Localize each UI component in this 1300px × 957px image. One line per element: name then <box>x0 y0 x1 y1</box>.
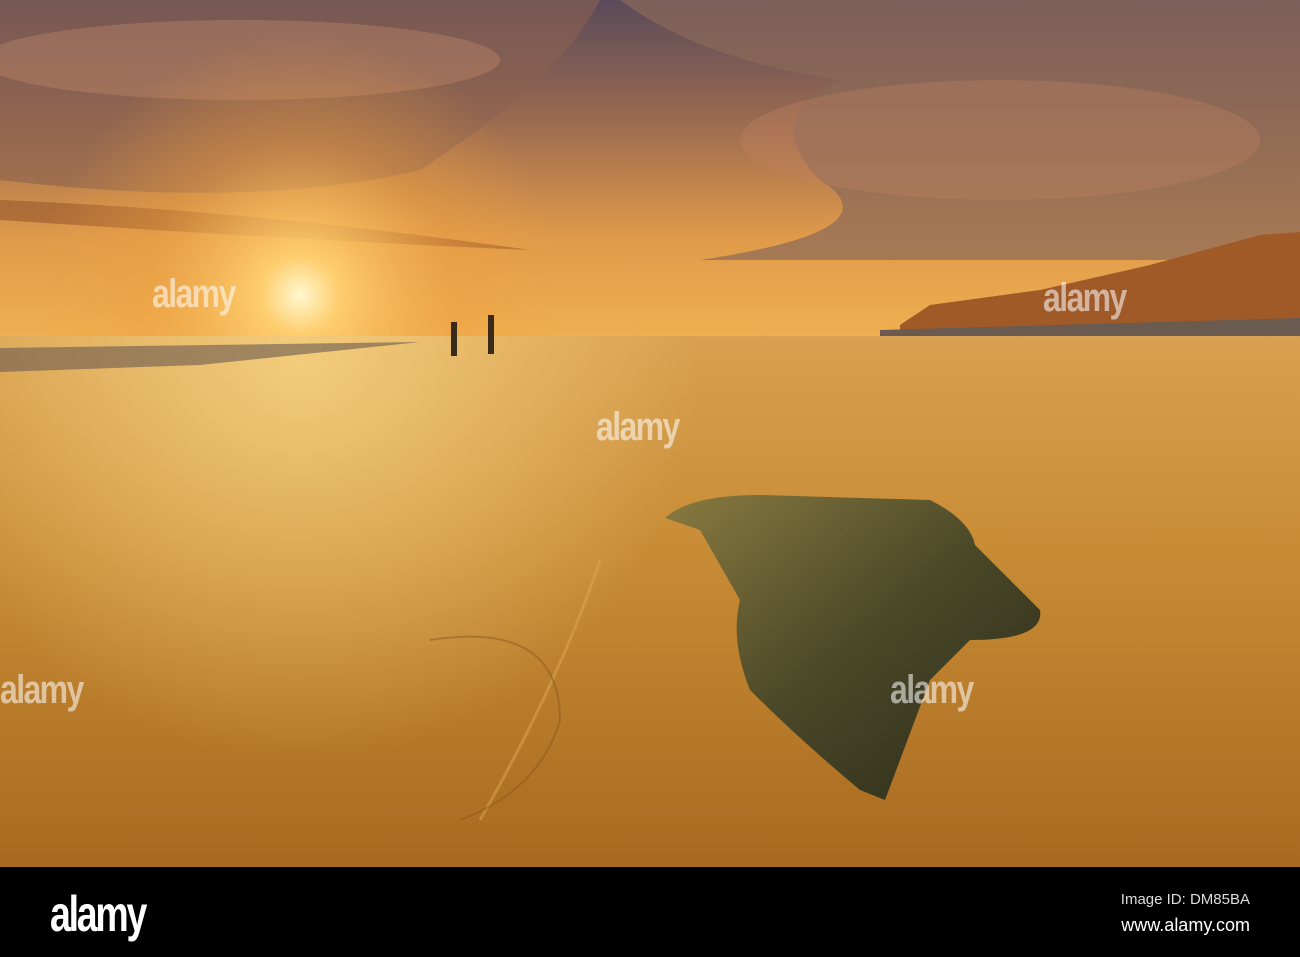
post-left <box>451 322 457 356</box>
beach-sunset-photo: alamy alamy alamy alamy alamy <box>0 0 1300 867</box>
footer-bar: alamy Image ID: DM85BA www.alamy.com <box>0 867 1300 957</box>
watermark: alamy <box>1043 276 1127 320</box>
watermark: alamy <box>152 272 236 316</box>
watermark: alamy <box>0 668 84 712</box>
alamy-logo: alamy <box>50 886 147 942</box>
watermark: alamy <box>890 668 974 712</box>
image-id: Image ID: DM85BA <box>1120 891 1250 908</box>
post-right <box>488 315 494 354</box>
watermark: alamy <box>596 405 680 449</box>
site-url: www.alamy.com <box>1121 915 1250 935</box>
